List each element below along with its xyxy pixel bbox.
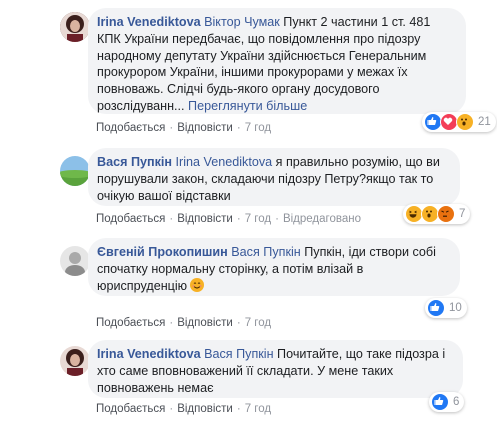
comment-mention[interactable]: Вася Пупкін xyxy=(228,245,300,259)
comment-actions: Подобається · Відповісти · 7 год xyxy=(96,122,272,134)
comment-author[interactable]: Irina Venediktova xyxy=(97,347,201,361)
reaction-count: 7 xyxy=(459,208,466,220)
like-button[interactable]: Подобається xyxy=(96,213,165,225)
reaction-count: 10 xyxy=(449,302,462,314)
comment-time[interactable]: 7 год xyxy=(245,317,271,329)
reply-button[interactable]: Відповісти xyxy=(177,403,233,415)
comment-bubble: Вася Пупкін Irina Venediktova я правильн… xyxy=(88,148,460,206)
comment-mention[interactable]: Віктор Чумак xyxy=(201,15,280,29)
comment-time[interactable]: 7 год xyxy=(245,213,271,225)
avatar[interactable] xyxy=(60,346,90,376)
reply-button[interactable]: Відповісти xyxy=(177,317,233,329)
reactions-summary[interactable]: 21 xyxy=(422,112,496,132)
comment-author[interactable]: Вася Пупкін xyxy=(97,155,172,169)
reactions-summary[interactable]: 10 xyxy=(425,298,467,318)
comment-time[interactable]: 7 год xyxy=(245,122,271,134)
like-button[interactable]: Подобається xyxy=(96,122,165,134)
like-button[interactable]: Подобається xyxy=(96,317,165,329)
avatar[interactable] xyxy=(60,156,90,186)
comment-actions: Подобається · Відповісти · 7 год · Відредагова… xyxy=(96,213,361,225)
like-icon xyxy=(427,299,445,317)
reaction-count: 21 xyxy=(478,116,491,128)
reply-button[interactable]: Відповісти xyxy=(177,213,233,225)
comment-actions: Подобається · Відповісти · 7 год xyxy=(96,403,272,415)
reply-button[interactable]: Відповісти xyxy=(177,122,233,134)
comment-bubble: Irina Venediktova Вася Пупкін Почитайте,… xyxy=(88,340,463,398)
comment-actions: Подобається · Відповісти · 7 год xyxy=(96,317,272,329)
like-icon xyxy=(431,393,449,411)
comment-bubble: Євгеній Прокопишин Вася Пупкін Пупкін, і… xyxy=(88,238,460,296)
comment-mention[interactable]: Irina Venediktova xyxy=(172,155,273,169)
edited-label[interactable]: Відредаговано xyxy=(283,213,361,225)
see-more-link[interactable]: Переглянути більше xyxy=(185,99,307,113)
comment-time[interactable]: 7 год xyxy=(245,403,271,415)
reaction-count: 6 xyxy=(453,396,460,408)
angry-icon xyxy=(437,205,455,223)
avatar[interactable] xyxy=(60,12,90,42)
like-button[interactable]: Подобається xyxy=(96,403,165,415)
comment-author[interactable]: Irina Venediktova xyxy=(97,15,201,29)
comment-author[interactable]: Євгеній Прокопишин xyxy=(97,245,228,259)
wow-icon xyxy=(456,113,474,131)
smiling-face-icon xyxy=(190,277,205,292)
comment-bubble: Irina Venediktova Віктор Чумак Пункт 2 ч… xyxy=(88,8,466,114)
avatar[interactable] xyxy=(60,246,90,276)
comment-mention[interactable]: Вася Пупкін xyxy=(201,347,273,361)
reactions-summary[interactable]: 6 xyxy=(429,392,465,412)
reactions-summary[interactable]: 7 xyxy=(403,204,471,224)
